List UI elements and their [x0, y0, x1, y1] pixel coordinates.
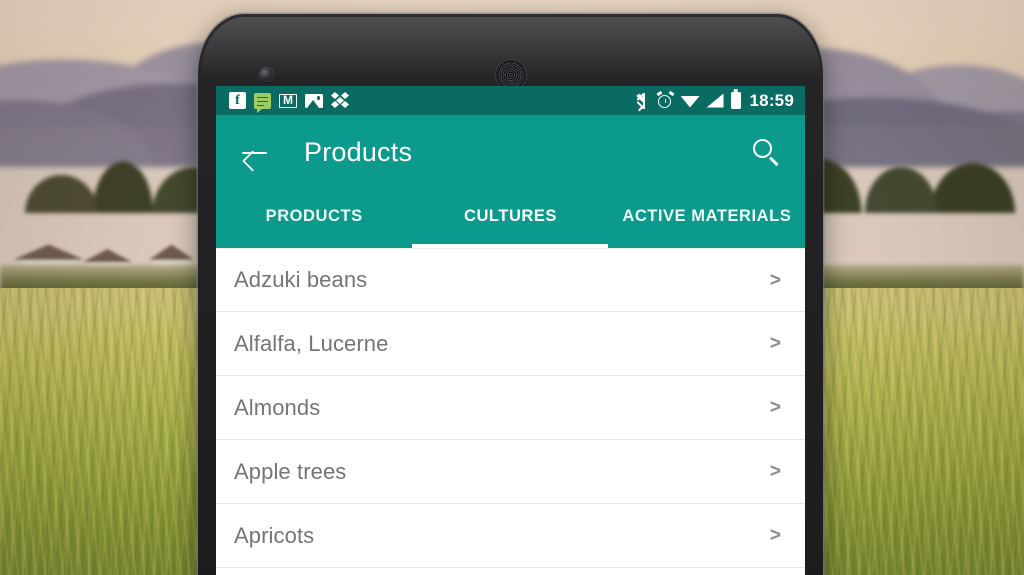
list-item-label: Apricots — [234, 522, 315, 548]
search-icon[interactable] — [751, 137, 783, 169]
phone-device: f M 18:59 Products PRODUCTS CULTURES ACT… — [198, 14, 823, 575]
chevron-right-icon: > — [769, 525, 781, 546]
tab-active-indicator — [412, 244, 608, 248]
battery-icon — [730, 92, 741, 109]
system-status-icons: 18:59 — [636, 90, 794, 111]
cell-signal-icon — [706, 93, 724, 108]
chevron-right-icon: > — [769, 397, 781, 418]
status-clock: 18:59 — [749, 90, 794, 110]
list-item[interactable]: Apricots > — [216, 504, 805, 568]
status-bar: f M 18:59 — [216, 86, 805, 115]
list-item-label: Almonds — [234, 394, 321, 420]
culture-list[interactable]: Adzuki beans > Alfalfa, Lucerne > Almond… — [216, 248, 805, 575]
chevron-right-icon: > — [769, 461, 781, 482]
list-item-label: Alfalfa, Lucerne — [234, 330, 389, 356]
list-item[interactable]: Alfalfa, Lucerne > — [216, 312, 805, 376]
tab-bar: PRODUCTS CULTURES ACTIVE MATERIALS — [216, 190, 805, 248]
dropbox-icon — [331, 92, 349, 109]
sms-message-icon — [254, 92, 271, 113]
front-camera-icon — [260, 68, 273, 81]
app-bar: Products — [216, 115, 805, 190]
photos-icon — [305, 93, 323, 108]
screenshot-stage: f M 18:59 Products PRODUCTS CULTURES ACT… — [0, 0, 1024, 575]
tab-cultures[interactable]: CULTURES — [412, 207, 608, 232]
list-item-label: Apple trees — [234, 458, 347, 484]
alarm-icon — [656, 90, 674, 109]
tab-products[interactable]: PRODUCTS — [216, 207, 412, 232]
phone-screen: f M 18:59 Products PRODUCTS CULTURES ACT… — [216, 86, 805, 575]
chevron-right-icon: > — [769, 333, 781, 354]
list-item[interactable]: Apple trees > — [216, 440, 805, 504]
list-item[interactable]: Adzuki beans > — [216, 248, 805, 312]
page-title: Products — [304, 137, 413, 167]
list-item[interactable]: Almonds > — [216, 376, 805, 440]
facebook-icon: f — [229, 92, 246, 109]
bluetooth-icon — [636, 92, 650, 111]
list-item-label: Adzuki beans — [234, 267, 368, 292]
wifi-icon — [680, 96, 700, 108]
tab-active-materials[interactable]: ACTIVE MATERIALS — [609, 207, 805, 232]
back-arrow-icon[interactable] — [240, 138, 270, 168]
notification-icons: f — [229, 92, 349, 113]
chevron-right-icon: > — [769, 269, 781, 291]
gmail-icon — [279, 93, 297, 108]
